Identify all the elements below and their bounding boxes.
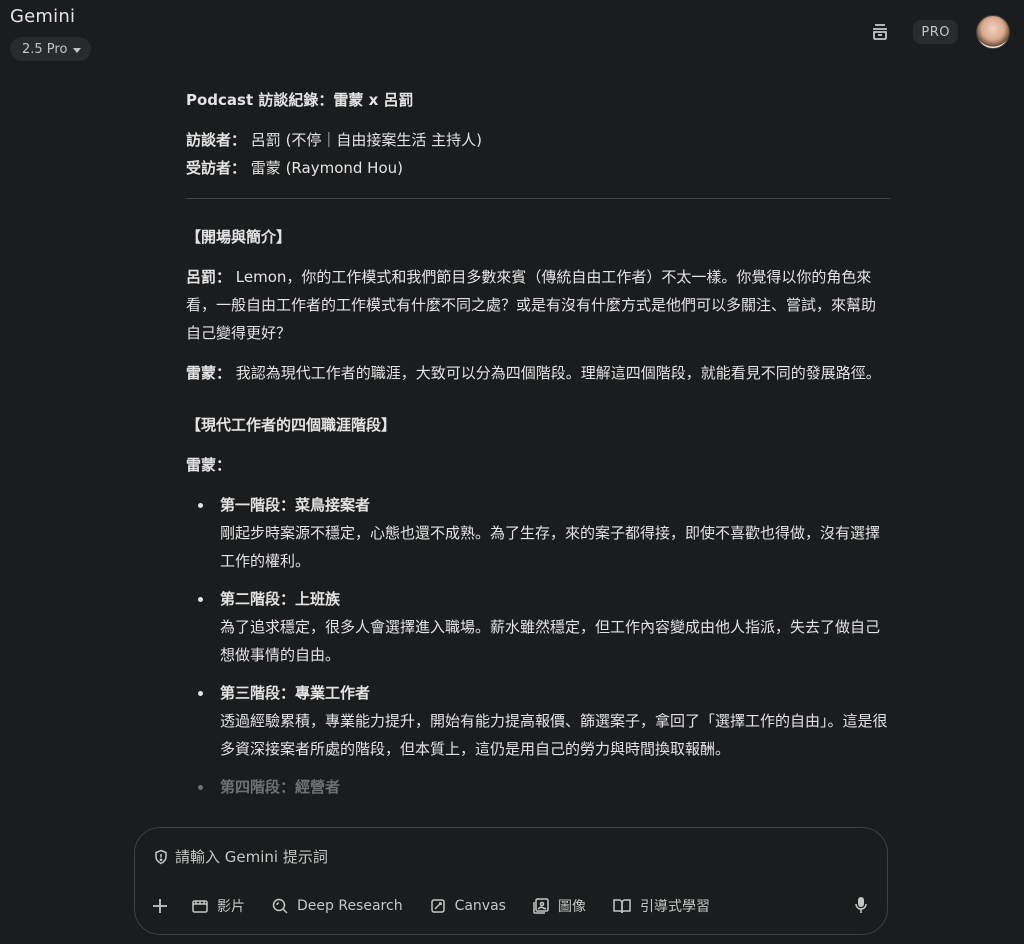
section-heading-stages: 【現代工作者的四個職涯階段】 [186, 416, 397, 434]
model-selector[interactable]: 2.5 Pro [10, 37, 92, 61]
plus-icon [151, 897, 169, 915]
video-label: 影片 [217, 899, 245, 915]
mic-button[interactable] [853, 895, 869, 915]
list-item: 第二階段：上班族 為了追求穩定，很多人會選擇進入職場。薪水雖然穩定，但工作內容變… [186, 585, 890, 669]
guided-learning-button[interactable]: 引導式學習 [612, 894, 710, 918]
image-label: 圖像 [557, 899, 586, 915]
interviewer-label: 訪談者： [186, 131, 247, 149]
list-item: 第三階段：專業工作者 透過經驗累積，專業能力提升，開始有能力提高報價、篩選案子，… [186, 679, 890, 763]
answer-2: 雷蒙： [186, 451, 890, 479]
book-icon [612, 897, 632, 915]
deep-research-icon [271, 897, 289, 915]
prompt-input[interactable]: 請輸入 Gemini 提示詞 [153, 846, 328, 867]
answer-1: 雷蒙： 我認為現代工作者的職涯，大致可以分為四個階段。理解這四個階段，就能看見不… [186, 359, 890, 387]
response-content: Podcast 訪談紀錄：雷蒙 x 呂罰 訪談者： 呂罰 (不停｜自由接案生活 … [186, 86, 890, 811]
stage-list: 第一階段：菜鳥接案者 剛起步時案源不穩定，心態也還不成熟。為了生存，來的案子都得… [186, 491, 890, 801]
shield-icon [153, 849, 169, 865]
stage-title: 第三階段：專業工作者 [220, 684, 371, 702]
doc-title: Podcast 訪談紀錄：雷蒙 x 呂罰 [186, 91, 414, 109]
prompt-composer: 請輸入 Gemini 提示詞 影片 Deep Research Canvas 圖… [134, 827, 888, 935]
video-icon [191, 897, 209, 915]
speaker-label: 呂罰： [186, 268, 232, 286]
guided-learning-label: 引導式學習 [639, 899, 710, 915]
answer-1-text: 我認為現代工作者的職涯，大致可以分為四個階段。理解這四個階段，就能看見不同的發展… [235, 364, 881, 382]
prompt-placeholder: 請輸入 Gemini 提示詞 [175, 848, 328, 866]
question-1: 呂罰： Lemon，你的工作模式和我們節目多數來賓（傳統自由工作者）不太一樣。你… [186, 263, 890, 347]
deep-research-label: Deep Research [297, 898, 403, 914]
model-label: 2.5 Pro [22, 41, 68, 57]
chevron-down-icon [73, 47, 82, 53]
video-button[interactable]: 影片 [191, 894, 245, 918]
app-title: Gemini [10, 6, 76, 27]
deep-research-button[interactable]: Deep Research [271, 894, 403, 918]
speaker-label: 雷蒙： [186, 456, 232, 474]
section-heading-intro: 【開場與簡介】 [186, 228, 292, 246]
speaker-label: 雷蒙： [186, 364, 232, 382]
stage-text: 剛起步時案源不穩定，心態也還不成熟。為了生存，來的案子都得接，即使不喜歡也得做，… [220, 524, 881, 570]
stage-text: 透過經驗累積，專業能力提升，開始有能力提高報價、篩選案子，拿回了「選擇工作的自由… [220, 712, 888, 758]
add-button[interactable] [151, 894, 169, 918]
temporary-chat-icon[interactable] [865, 17, 895, 47]
pro-badge: PRO [913, 20, 958, 44]
avatar[interactable] [976, 15, 1010, 49]
doc-meta: 訪談者： 呂罰 (不停｜自由接案生活 主持人) 受訪者： 雷蒙 (Raymond… [186, 126, 890, 182]
stage-title: 第二階段：上班族 [220, 590, 341, 608]
interviewee-label: 受訪者： [186, 159, 247, 177]
canvas-label: Canvas [454, 898, 506, 914]
question-1-text: Lemon，你的工作模式和我們節目多數來賓（傳統自由工作者）不太一樣。你覺得以你… [186, 268, 877, 342]
list-item: 第一階段：菜鳥接案者 剛起步時案源不穩定，心態也還不成熟。為了生存，來的案子都得… [186, 491, 890, 575]
stage-text: 為了追求穩定，很多人會選擇進入職場。薪水雖然穩定，但工作內容變成由他人指派，失去… [220, 618, 881, 664]
interviewee-value: 雷蒙 (Raymond Hou) [250, 159, 403, 177]
top-right-actions: PRO [865, 15, 1010, 49]
mic-icon [853, 895, 869, 915]
canvas-icon [429, 897, 447, 915]
interviewer-value: 呂罰 (不停｜自由接案生活 主持人) [250, 131, 483, 149]
stage-title: 第一階段：菜鳥接案者 [220, 496, 371, 514]
divider [186, 198, 890, 199]
composer-toolbar: 影片 Deep Research Canvas 圖像 引導式學習 [151, 894, 736, 918]
image-button[interactable]: 圖像 [532, 894, 586, 918]
image-icon [532, 897, 550, 915]
canvas-button[interactable]: Canvas [429, 894, 506, 918]
